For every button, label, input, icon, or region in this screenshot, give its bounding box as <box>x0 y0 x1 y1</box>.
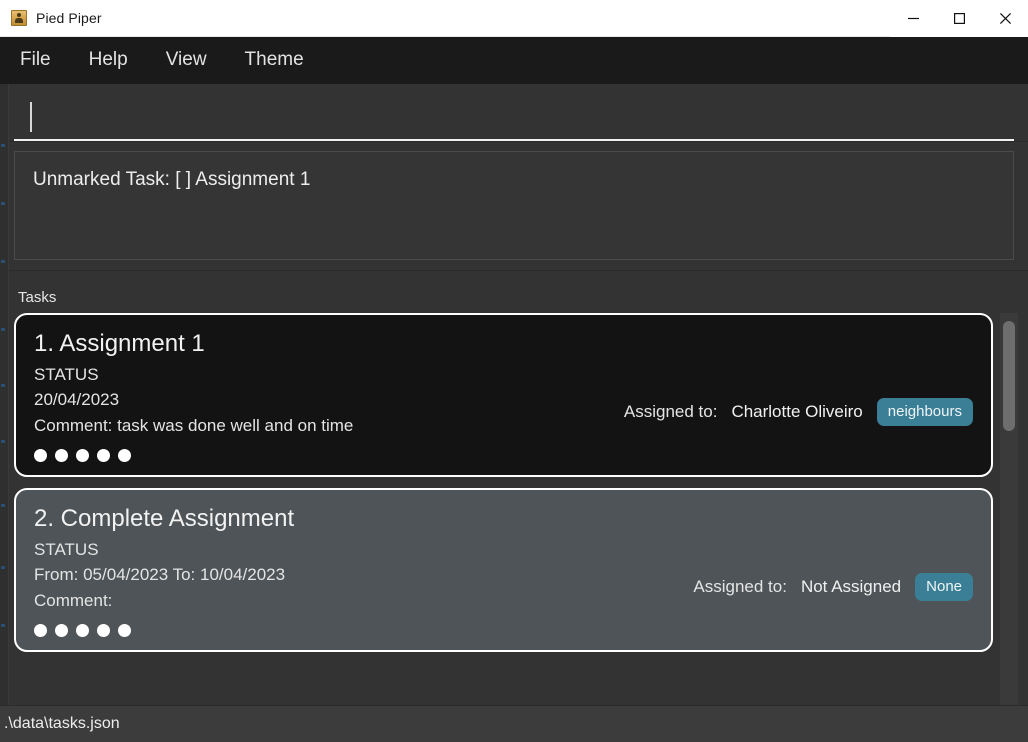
minimize-icon <box>907 17 919 20</box>
output-zone: Unmarked Task: [ ] Assignment 1 <box>0 142 1028 271</box>
task-comment: Comment: task was done well and on time <box>34 416 354 436</box>
task-card[interactable]: 1. Assignment 1 STATUS 20/04/2023 Commen… <box>14 313 993 477</box>
command-input[interactable] <box>14 94 1014 141</box>
task-card[interactable]: 2. Complete Assignment STATUS From: 05/0… <box>14 487 993 652</box>
app-window: Pied Piper File Help View Theme Unmarked… <box>0 0 1028 742</box>
maximize-button[interactable] <box>936 0 982 37</box>
menu-item-view[interactable]: View <box>164 46 221 76</box>
task-status: STATUS <box>34 539 99 559</box>
progress-dot[interactable] <box>97 623 110 637</box>
title-bar: Pied Piper <box>0 0 1028 37</box>
progress-dot[interactable] <box>118 448 131 462</box>
tasks-section: Tasks 1. Assignment 1 STATUS 20/04/2023 … <box>0 271 1028 705</box>
task-assignment: Assigned to: Charlotte Oliveiro neighbou… <box>624 398 973 428</box>
text-caret <box>30 101 32 132</box>
main-body: Unmarked Task: [ ] Assignment 1 Tasks 1.… <box>0 84 1028 705</box>
status-bar-path: .\data\tasks.json <box>4 715 120 732</box>
close-button[interactable] <box>982 0 1028 37</box>
assignee-name: Charlotte Oliveiro <box>731 402 863 422</box>
tasks-scrollbar-thumb[interactable] <box>1003 321 1015 431</box>
status-bar: .\data\tasks.json <box>0 705 1028 742</box>
task-date: 20/04/2023 <box>34 390 120 410</box>
tasks-scroll-wrapper: 1. Assignment 1 STATUS 20/04/2023 Commen… <box>0 313 1028 705</box>
assigned-to-label: Assigned to: <box>623 402 718 422</box>
task-title: 1. Assignment 1 <box>34 330 205 357</box>
assignment-group-badge[interactable]: None <box>915 572 973 601</box>
menu-item-file[interactable]: File <box>18 46 65 76</box>
progress-dot[interactable] <box>34 623 47 637</box>
task-title: 2. Complete Assignment <box>34 504 295 532</box>
task-status: STATUS <box>34 364 99 384</box>
menu-item-theme[interactable]: Theme <box>243 46 318 76</box>
progress-dot[interactable] <box>55 623 68 637</box>
task-detail-row: 20/04/2023 Comment: task was done well a… <box>34 387 973 439</box>
progress-dot[interactable] <box>55 448 68 462</box>
window-title: Pied Piper <box>36 10 102 26</box>
progress-dot[interactable] <box>76 448 89 462</box>
close-icon <box>999 12 1011 25</box>
title-bar-left: Pied Piper <box>0 0 890 36</box>
window-controls <box>890 0 1028 37</box>
assignment-group-badge[interactable]: neighbours <box>876 398 973 427</box>
progress-dot[interactable] <box>34 448 47 462</box>
output-box[interactable]: Unmarked Task: [ ] Assignment 1 <box>14 151 1014 260</box>
minimize-button[interactable] <box>890 0 936 37</box>
task-detail-left: From: 05/04/2023 To: 10/04/2023 Comment: <box>34 562 285 614</box>
task-progress-dots[interactable] <box>34 448 973 462</box>
task-detail-row: From: 05/04/2023 To: 10/04/2023 Comment:… <box>34 562 973 614</box>
task-progress-dots[interactable] <box>34 623 973 637</box>
left-scrollbar-rail[interactable] <box>0 84 9 705</box>
tasks-label: Tasks <box>18 289 57 306</box>
progress-dot[interactable] <box>118 623 131 637</box>
tasks-list: 1. Assignment 1 STATUS 20/04/2023 Commen… <box>14 313 1000 705</box>
progress-dot[interactable] <box>76 623 89 637</box>
tasks-scrollbar[interactable] <box>1000 313 1018 705</box>
output-line: Unmarked Task: [ ] Assignment 1 <box>33 169 311 190</box>
assignee-name: Not Assigned <box>800 576 902 596</box>
task-comment: Comment: <box>34 590 113 610</box>
left-rail-marks <box>0 84 8 705</box>
person-badge-icon <box>11 10 27 26</box>
task-date: From: 05/04/2023 To: 10/04/2023 <box>34 565 286 585</box>
menu-item-help[interactable]: Help <box>87 46 142 76</box>
task-assignment: Assigned to: Not Assigned None <box>693 572 973 603</box>
progress-dot[interactable] <box>97 448 110 462</box>
task-detail-left: 20/04/2023 Comment: task was done well a… <box>34 387 353 439</box>
assigned-to-label: Assigned to: <box>693 576 787 596</box>
menu-bar: File Help View Theme <box>0 37 1028 84</box>
command-input-zone <box>0 84 1028 142</box>
maximize-icon <box>953 13 965 25</box>
